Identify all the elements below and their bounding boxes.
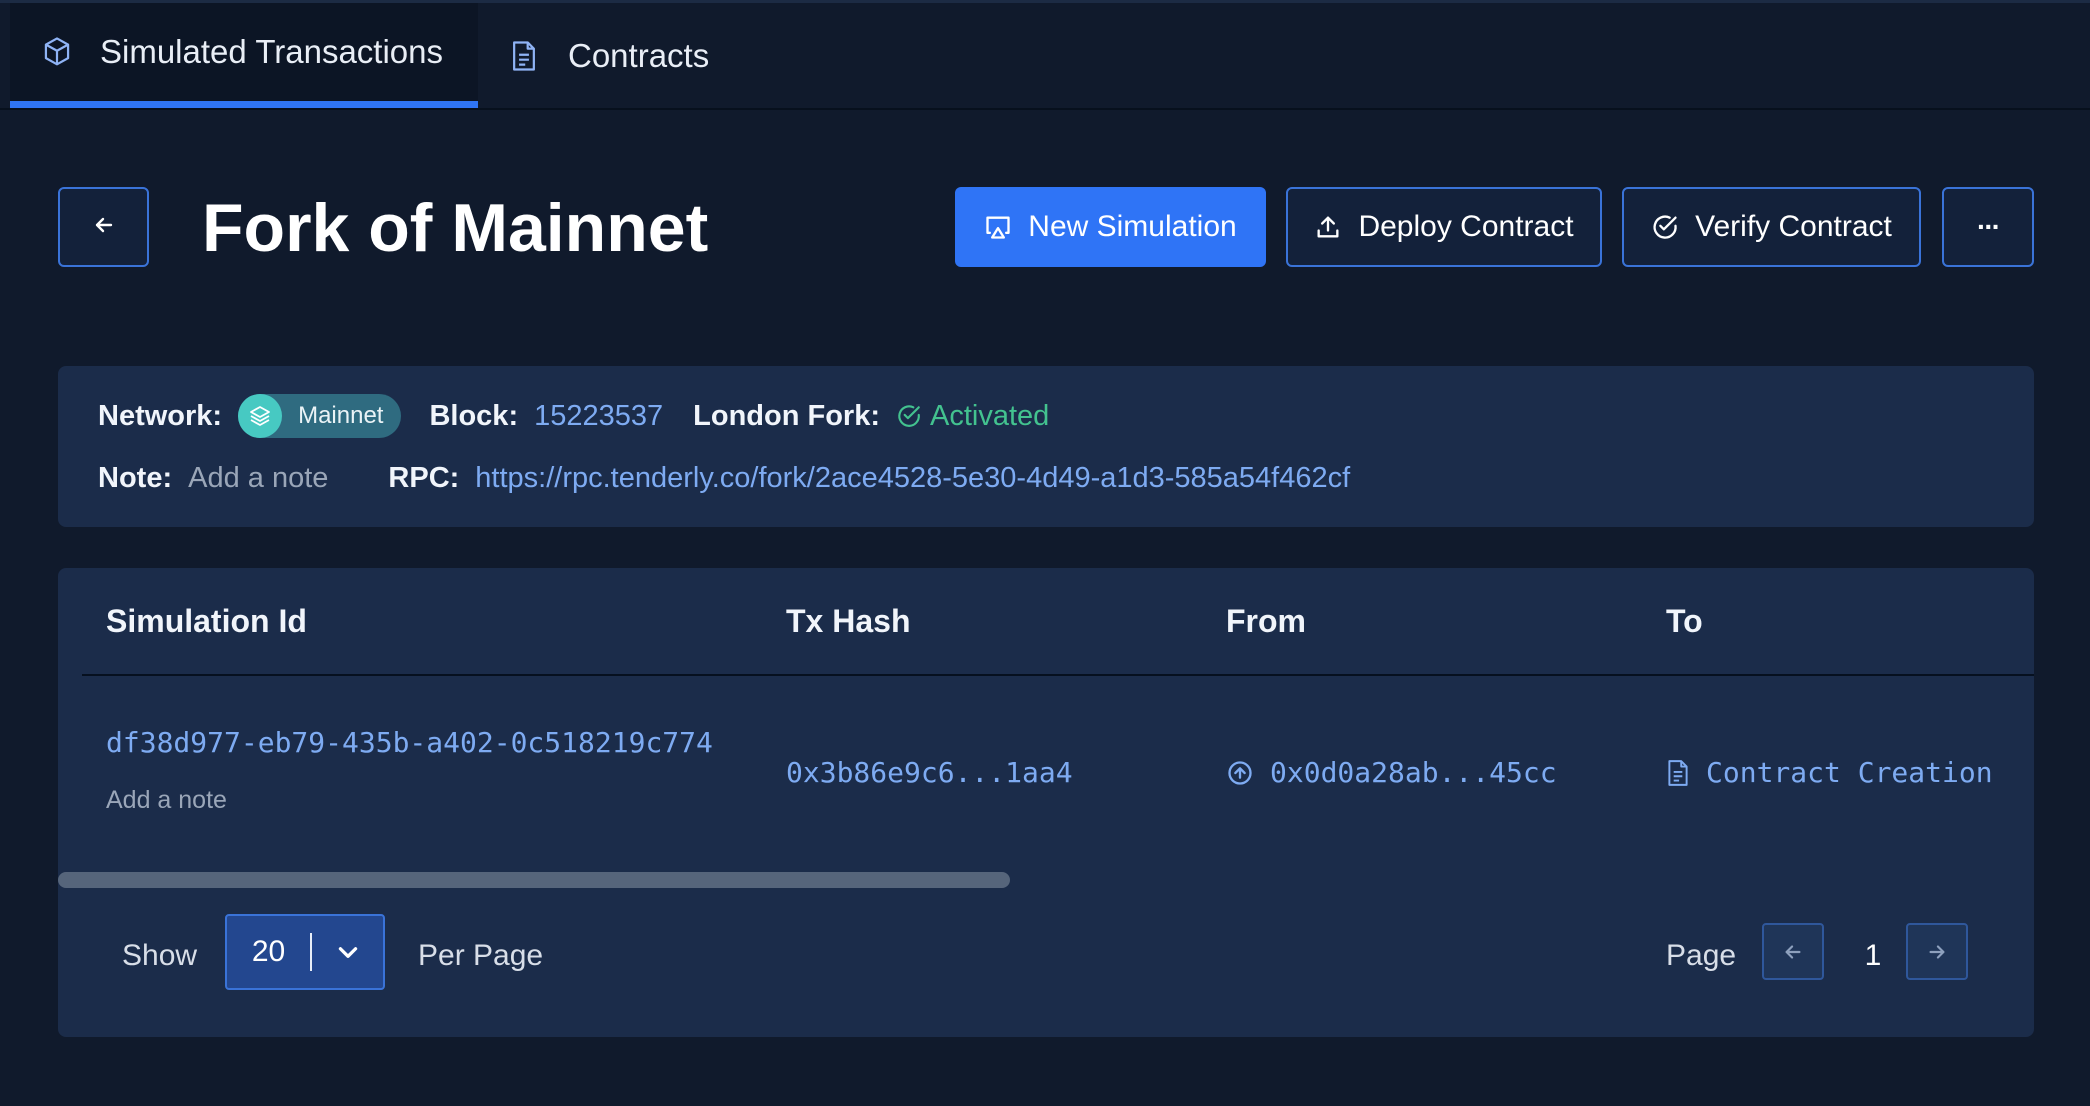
from-address[interactable]: 0x0d0a28ab...45cc xyxy=(1226,756,1557,789)
more-options-button[interactable]: ··· xyxy=(1942,187,2034,267)
block-label: Block: xyxy=(429,399,519,432)
network-value: Mainnet xyxy=(298,402,384,429)
document-icon xyxy=(1668,759,1688,786)
button-label: New Simulation xyxy=(1028,210,1237,243)
page-title: Fork of Mainnet xyxy=(202,190,709,266)
per-page-value: 20 xyxy=(251,935,286,968)
column-header-tx-hash[interactable]: Tx Hash xyxy=(786,603,910,640)
next-page-button[interactable] xyxy=(1906,923,1968,980)
network-badge: Mainnet xyxy=(238,394,402,438)
current-page-number: 1 xyxy=(1864,939,1882,972)
simulation-icon xyxy=(984,212,1014,242)
tab-label: Contracts xyxy=(568,36,710,74)
column-header-to[interactable]: To xyxy=(1666,603,1703,640)
arrow-right-icon xyxy=(1929,944,1945,959)
tab-simulated-transactions[interactable]: Simulated Transactions xyxy=(10,3,478,108)
london-fork-status: Activated xyxy=(896,400,1049,433)
previous-page-button[interactable] xyxy=(1762,923,1824,980)
to-address[interactable]: Contract Creation xyxy=(1666,756,1993,789)
network-label: Network: xyxy=(98,399,223,432)
cube-icon xyxy=(42,35,76,69)
arrow-left-icon xyxy=(92,213,116,242)
london-fork-value: Activated xyxy=(929,399,1050,432)
check-circle-icon xyxy=(898,405,920,427)
row-note-field[interactable]: Add a note xyxy=(106,786,227,815)
tab-contracts[interactable]: Contracts xyxy=(478,3,738,108)
per-page-select[interactable]: 20 xyxy=(225,914,385,990)
layers-icon xyxy=(238,394,283,438)
chevron-down-icon xyxy=(312,939,383,965)
deploy-contract-button[interactable]: Deploy Contract xyxy=(1286,187,1602,267)
london-fork-label: London Fork: xyxy=(693,399,880,432)
check-circle-icon xyxy=(1651,212,1681,242)
verify-contract-button[interactable]: Verify Contract xyxy=(1622,187,1921,267)
arrow-up-circle-icon xyxy=(1228,760,1252,785)
from-address-value: 0x0d0a28ab...45cc xyxy=(1270,756,1557,789)
horizontal-scrollbar[interactable] xyxy=(58,872,1010,888)
note-label: Note: xyxy=(98,461,173,494)
new-simulation-button[interactable]: New Simulation xyxy=(955,187,1266,267)
rpc-label: RPC: xyxy=(388,461,460,494)
fork-info-card: Network: Mainnet Block: 15223537 London … xyxy=(58,366,2034,527)
show-label: Show xyxy=(122,939,198,972)
per-page-label: Per Page xyxy=(418,939,544,972)
more-icon: ··· xyxy=(1977,211,2001,242)
to-address-value: Contract Creation xyxy=(1706,756,1993,789)
arrow-left-icon xyxy=(1785,944,1801,959)
info-row-network: Network: Mainnet Block: 15223537 London … xyxy=(98,394,1049,438)
rpc-url-link[interactable]: https://rpc.tenderly.co/fork/2ace4528-5e… xyxy=(475,462,1350,495)
column-header-simulation-id[interactable]: Simulation Id xyxy=(106,603,307,640)
button-label: Deploy Contract xyxy=(1358,210,1574,243)
upload-icon xyxy=(1314,212,1344,242)
simulations-table: Simulation Id Tx Hash From To df38d977-e… xyxy=(58,568,2034,1037)
header-divider xyxy=(82,674,2034,676)
column-header-from[interactable]: From xyxy=(1226,603,1306,640)
document-icon xyxy=(510,39,544,73)
block-number-link[interactable]: 15223537 xyxy=(534,400,663,433)
info-row-note: Note: Add a note RPC: https://rpc.tender… xyxy=(98,456,1350,500)
button-label: Verify Contract xyxy=(1695,210,1892,243)
tab-label: Simulated Transactions xyxy=(100,33,444,70)
tx-hash-link[interactable]: 0x3b86e9c6...1aa4 xyxy=(786,756,1073,789)
simulation-id-link[interactable]: df38d977-eb79-435b-a402-0c518219c774 xyxy=(106,726,713,759)
note-field[interactable]: Add a note xyxy=(188,462,328,495)
page-label: Page xyxy=(1666,939,1737,972)
tab-bar: Simulated Transactions Contracts xyxy=(0,3,2090,110)
back-button[interactable] xyxy=(58,187,149,267)
